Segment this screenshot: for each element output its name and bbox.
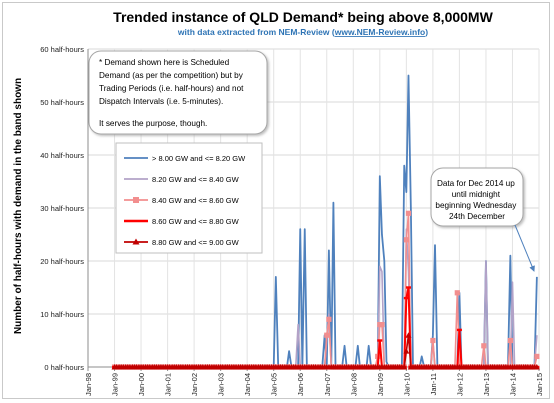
subtitle-prefix: with data extracted from NEM-Review ( [177, 27, 335, 37]
x-tick-label: Jan-14 [508, 373, 517, 396]
note-line: * Demand shown here is Scheduled [99, 58, 230, 67]
x-tick-label: Jan-01 [164, 373, 173, 396]
chart-svg: Trended instance of QLD Demand* being ab… [13, 9, 544, 396]
note-line: It serves the purpose, though. [99, 119, 207, 128]
series-point [481, 343, 487, 349]
x-tick-label: Jan-15 [535, 373, 544, 396]
series-point [379, 322, 385, 328]
chart-title: Trended instance of QLD Demand* being ab… [113, 9, 493, 25]
x-tick-label: Jan-99 [111, 373, 120, 396]
legend-marker [133, 197, 139, 203]
y-tick-label: 50 half-hours [40, 98, 84, 107]
series-point [326, 316, 332, 322]
legend-label: 8.40 GW and <= 8.60 GW [152, 196, 240, 205]
note-box: * Demand shown here is Scheduled Demand … [88, 50, 268, 135]
series-point [507, 337, 513, 344]
note-line: Trading Periods (i.e. half-hours) and no… [99, 84, 244, 93]
callout: Data for Dec 2014 up until midnight begi… [430, 167, 535, 272]
series-point [324, 332, 330, 338]
x-tick-labels: Jan-98 Jan-99 Jan-00 Jan-01 Jan-02 Jan-03 Jan-… [84, 373, 544, 396]
legend-label: 8.60 GW and <= 8.80 GW [152, 217, 240, 226]
y-tick-label: 60 half-hours [40, 45, 84, 54]
x-tick-label: Jan-98 [84, 373, 93, 396]
series-point [403, 237, 409, 243]
callout-line: 24th December [449, 212, 505, 221]
series-point [405, 210, 412, 216]
y-axis-label: Number of half-hours with demand in the … [13, 78, 24, 334]
y-tick-labels: 0 half-hours 10 half-hours 20 half-hours 30… [40, 45, 84, 372]
legend-label: 8.20 GW and <= 8.40 GW [152, 175, 240, 184]
y-tick-label: 20 half-hours [40, 257, 84, 266]
series-point [534, 353, 540, 359]
x-tick-label: Jan-02 [190, 373, 199, 396]
callout-arrow [514, 224, 535, 272]
y-tick-label: 0 half-hours [44, 363, 84, 372]
note-line: Demand (as per the competition) but by [99, 71, 244, 80]
x-tick-label: Jan-06 [296, 373, 305, 396]
x-tick-label: Jan-09 [376, 373, 385, 396]
callout-line: Data for Dec 2014 up [437, 179, 515, 188]
legend-label: > 8.00 GW and <= 8.20 GW [152, 154, 246, 163]
y-tick-label: 30 half-hours [40, 204, 84, 213]
chart-frame: Trended instance of QLD Demand* being ab… [2, 2, 550, 399]
chart-subtitle: with data extracted from NEM-Review (www… [177, 27, 428, 37]
x-tick-label: Jan-10 [402, 373, 411, 396]
legend: > 8.00 GW and <= 8.20 GW 8.20 GW and <= 8… [115, 142, 263, 254]
callout-line: until midnight [452, 190, 501, 199]
x-tick-label: Jan-11 [429, 373, 438, 395]
x-tick-label: Jan-00 [137, 373, 146, 396]
y-tick-label: 10 half-hours [40, 310, 84, 319]
series-point [454, 290, 460, 296]
x-tick-label: Jan-13 [482, 373, 491, 396]
subtitle-suffix: ) [425, 27, 428, 37]
series-point [430, 337, 436, 344]
x-tick-label: Jan-07 [323, 373, 332, 396]
x-tick-label: Jan-08 [349, 373, 358, 396]
x-tick-label: Jan-12 [455, 373, 464, 396]
subtitle-link[interactable]: www.NEM-Review.info [334, 27, 426, 37]
legend-label: 8.80 GW and <= 9.00 GW [152, 238, 240, 247]
x-tick-label: Jan-04 [243, 373, 252, 396]
x-tick-label: Jan-05 [270, 373, 279, 396]
y-tick-label: 40 half-hours [40, 151, 84, 160]
callout-line: beginning Wednesday [435, 201, 517, 210]
x-tick-label: Jan-03 [217, 373, 226, 396]
note-line: Dispatch Intervals (i.e. 5-minutes). [99, 97, 223, 106]
